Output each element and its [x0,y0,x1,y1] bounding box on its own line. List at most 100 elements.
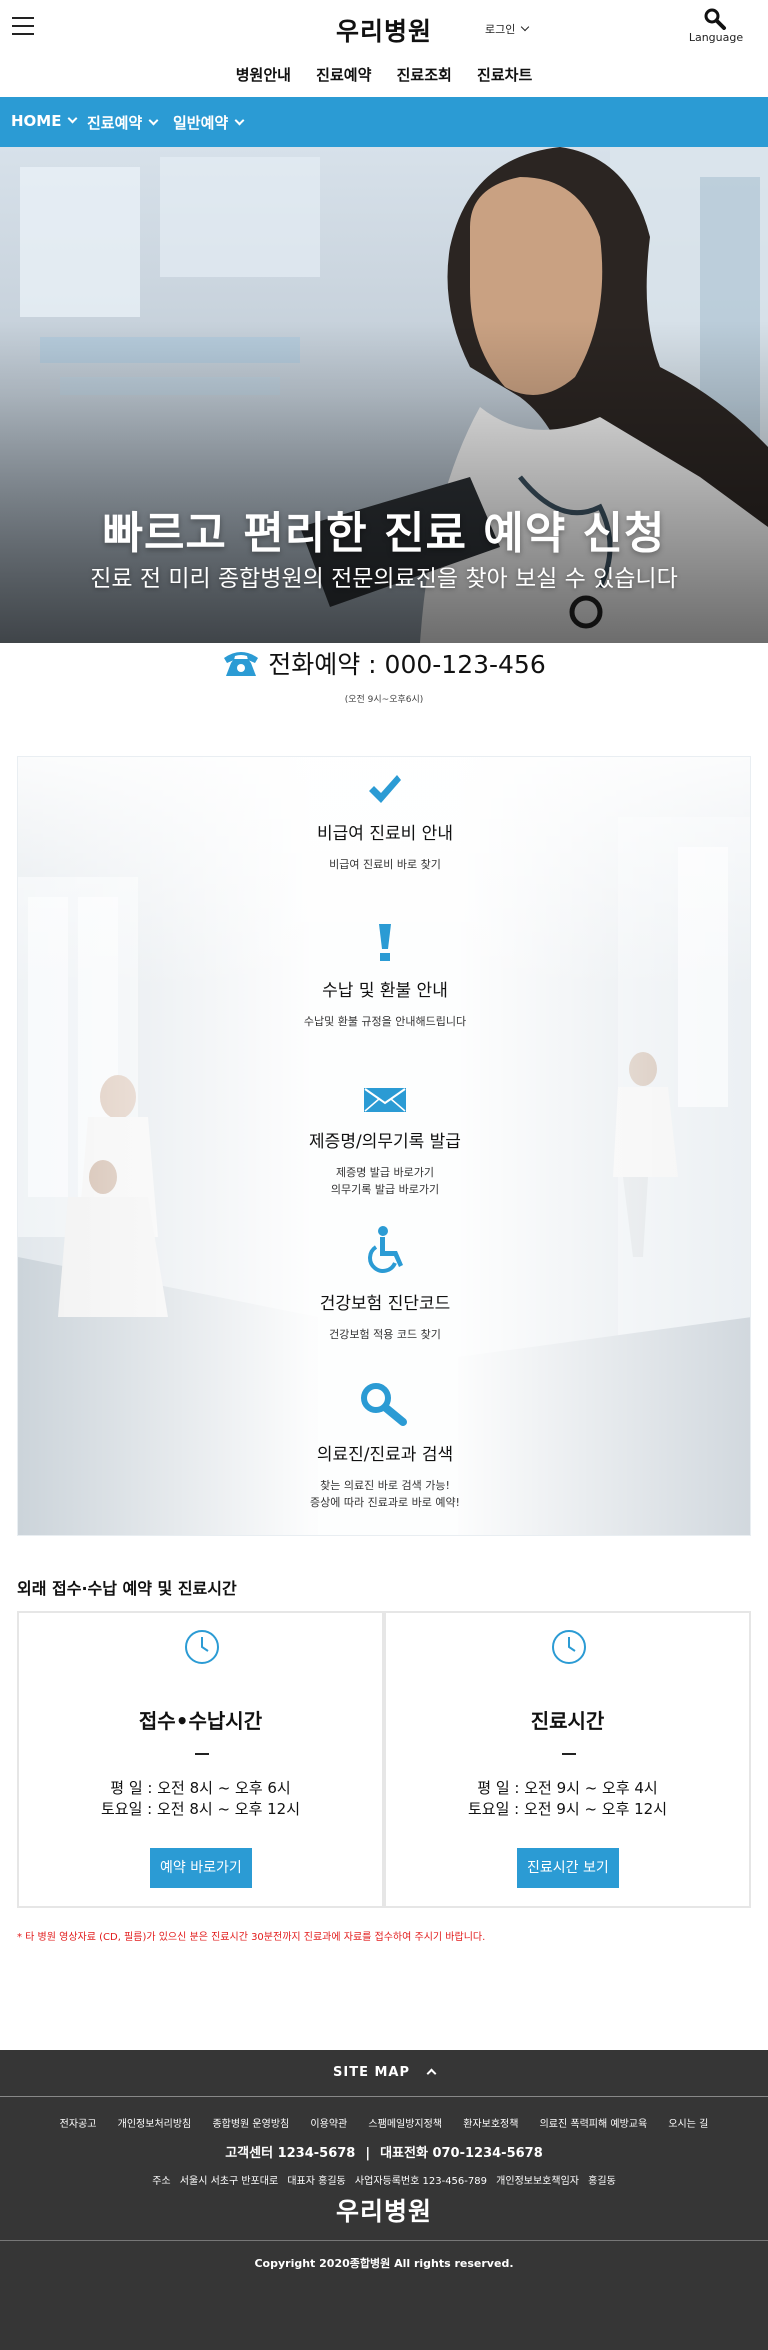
hero-subtitle: 진료 전 미리 종합병원의 전문의료진을 찾아 보실 수 있습니다 [90,566,678,592]
site-logo[interactable]: 우리병원 [0,12,768,48]
service-item-noncovered-fees[interactable]: 비급여 진료비 안내 비급여 진료비 바로 찾기 [18,773,750,873]
chevron-down-icon [68,113,78,124]
address-value: 서울시 서초구 반포대로 [179,2176,279,2187]
service-item-certificates[interactable]: 제증명/의무기록 발급 제증명 발급 바로가기 의무기록 발급 바로가기 [18,1087,750,1198]
footer-link[interactable]: 전자공고 [60,2115,97,2130]
footer-link[interactable]: 스팸메일방지정책 [368,2115,442,2130]
service-desc: 제증명 발급 바로가기 의무기록 발급 바로가기 [18,1164,750,1198]
nav-reservation[interactable]: 진료예약 [316,64,371,85]
footer-link[interactable]: 환자보호정책 [463,2115,518,2130]
service-item-insurance-codes[interactable]: 건강보험 진단코드 건강보험 적용 코드 찾기 [18,1225,750,1343]
hero-title: 빠르고 편리한 진료 예약 신청 [102,508,666,559]
footer-link[interactable]: 오시는 길 [668,2115,708,2130]
address-label: 주소 [152,2176,171,2187]
breadcrumb-reservation[interactable]: 진료예약 [87,112,159,133]
search-icon [704,8,726,30]
language-label: Language [688,31,744,44]
treatment-hours-card: 진료시간 평 일 : 오전 9시 ~ 오후 4시 토요일 : 오전 9시 ~ 오… [384,1611,751,1908]
divider [195,1753,209,1755]
telephone-icon [224,652,259,676]
main-nav: 병원안내 진료예약 진료조회 진료차트 [0,64,768,85]
language-button[interactable]: Language [686,8,746,44]
service-title: 의료진/진료과 검색 [316,1445,454,1465]
reserve-now-button[interactable]: 예약 바로가기 [150,1848,252,1888]
service-desc-line[interactable]: 제증명 발급 바로가기 [18,1164,750,1181]
hamburger-menu-icon[interactable] [12,17,34,35]
copyright: Copyright 2020종합병원 All rights reserved. [254,2257,514,2270]
weekday-hours: 평 일 : 오전 9시 ~ 오후 4시 [477,1779,658,1797]
service-title: 제증명/의무기록 발급 [309,1132,461,1152]
exclamation-icon [379,924,391,961]
service-desc-line[interactable]: 의무기록 발급 바로가기 [18,1181,750,1198]
footer-address: 주소 서울시 서초구 반포대로 대표자 홍길동 사업자등록번호 123-456-… [0,2172,768,2187]
search-icon [361,1383,407,1426]
nav-medical-chart[interactable]: 진료차트 [477,64,532,85]
customer-center-phone: 고객센터 1234-5678 [225,2146,356,2161]
breadcrumb: HOME 진료예약 일반예약 [0,97,768,147]
chevron-down-icon [234,115,245,126]
main-phone: 대표전화 070-1234-5678 [380,2146,543,2161]
envelope-icon [364,1088,406,1112]
nav-appointment-lookup[interactable]: 진료조회 [397,64,452,85]
weekday-hours: 평 일 : 오전 8시 ~ 오후 6시 [110,1779,291,1797]
breadcrumb-general-reservation[interactable]: 일반예약 [173,112,245,133]
saturday-hours: 토요일 : 오전 8시 ~ 오후 12시 [100,1800,301,1818]
footer-link[interactable]: 의료진 폭력피해 예방교육 [540,2115,648,2130]
service-panel: 비급여 진료비 안내 비급여 진료비 바로 찾기 수납 및 환불 안내 수납및 … [17,756,751,1536]
wheelchair-icon [368,1226,403,1273]
divider [562,1753,576,1755]
check-icon [369,775,401,803]
breadcrumb-home[interactable]: HOME [11,112,78,130]
service-desc-line: 건강보험 적용 코드 찾기 [329,1328,441,1341]
service-title: 비급여 진료비 안내 [317,824,453,844]
service-desc: 건강보험 적용 코드 찾기 [18,1326,750,1343]
hours-section-title: 외래 접수·수납 예약 및 진료시간 [17,1579,237,1598]
service-title: 건강보험 진단코드 [319,1294,451,1314]
site-header: 우리병원 로그인 Language 병원안내 진료예약 진료조회 진료차트 [0,0,768,96]
service-desc-line: 수납및 환불 규정을 안내해드립니다 [303,1015,467,1028]
privacy-officer-name: 홍길동 [588,2176,616,2187]
ceo-name: 대표자 홍길동 [287,2176,346,2187]
business-number: 사업자등록번호 123-456-789 [354,2176,487,2187]
service-desc-line: 증상에 따라 진료과로 바로 예약! [310,1496,460,1509]
clock-icon [552,1630,586,1664]
hours-rows: 평 일 : 오전 8시 ~ 오후 6시 토요일 : 오전 8시 ~ 오후 12시 [19,1778,382,1820]
card-title: 접수•수납시간 [138,1709,263,1733]
login-dropdown[interactable]: 로그인 [485,21,530,37]
service-item-doctor-search[interactable]: 의료진/진료과 검색 찾는 의료진 바로 검색 가능! 증상에 따라 진료과로 … [18,1382,750,1511]
view-hours-button[interactable]: 진료시간 보기 [517,1848,619,1888]
hours-rows: 평 일 : 오전 9시 ~ 오후 4시 토요일 : 오전 9시 ~ 오후 12시 [386,1778,749,1820]
service-desc: 비급여 진료비 바로 찾기 [18,856,750,873]
divider [0,2240,768,2241]
phone-hours: (오전 9시~오후6시) [344,695,424,705]
footer-link[interactable]: 이용약관 [310,2115,347,2130]
service-desc-line: 찾는 의료진 바로 검색 가능! [320,1479,450,1492]
service-desc: 수납및 환불 규정을 안내해드립니다 [18,1013,750,1030]
phone-number[interactable]: 전화예약 : 000-123-456 [268,645,546,681]
phone-reservation: 전화예약 : 000-123-456 (오전 9시~오후6시) [0,645,768,705]
chevron-down-icon [521,22,530,32]
nav-hospital-info[interactable]: 병원안내 [236,64,291,85]
service-item-payment-refund[interactable]: 수납 및 환불 안내 수납및 환불 규정을 안내해드립니다 [18,922,750,1030]
privacy-officer-label: 개인정보보호책임자 [496,2176,579,2187]
divider [0,2096,768,2097]
breadcrumb-reservation-label: 진료예약 [87,114,143,132]
sitemap-toggle[interactable]: SITE MAP [0,2050,768,2096]
footer-links: 전자공고 개인정보처리방침 종합병원 운영방침 이용약관 스팸메일방지정책 환자… [0,2115,768,2130]
site-footer: SITE MAP 전자공고 개인정보처리방침 종합병원 운영방침 이용약관 스팸… [0,2050,768,2350]
breadcrumb-general-label: 일반예약 [173,114,229,132]
saturday-hours: 토요일 : 오전 9시 ~ 오후 12시 [467,1800,668,1818]
service-desc-line: 비급여 진료비 바로 찾기 [329,858,441,871]
clock-icon [185,1630,219,1664]
footer-link[interactable]: 개인정보처리방침 [118,2115,192,2130]
chevron-up-icon [426,2068,437,2079]
footer-logo: 우리병원 [335,2197,432,2226]
hero-banner: 빠르고 편리한 진료 예약 신청 진료 전 미리 종합병원의 전문의료진을 찾아… [0,147,768,643]
footer-link[interactable]: 종합병원 운영방침 [212,2115,289,2130]
service-title: 수납 및 환불 안내 [322,981,448,1001]
login-label: 로그인 [485,23,516,36]
card-title: 진료시간 [530,1709,605,1733]
service-desc: 찾는 의료진 바로 검색 가능! 증상에 따라 진료과로 바로 예약! [18,1477,750,1511]
sitemap-label: SITE MAP [333,2065,410,2080]
footer-contact: 고객센터 1234-5678 | 대표전화 070-1234-5678 [225,2146,543,2161]
